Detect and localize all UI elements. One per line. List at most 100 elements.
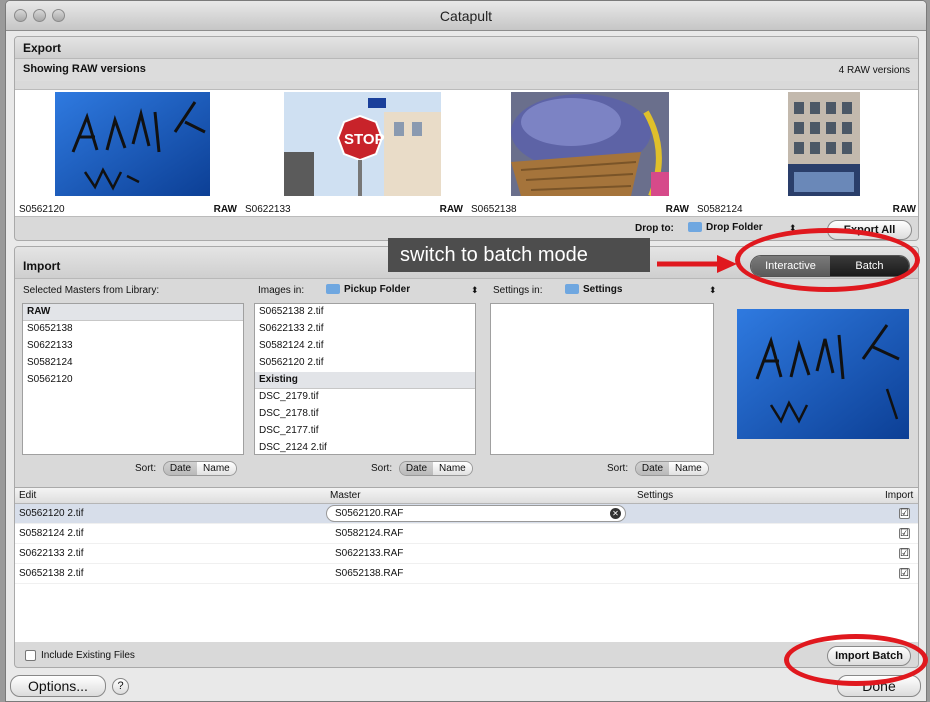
import-section: Import Interactive Batch Selected Master… [14, 246, 919, 668]
help-button[interactable]: ? [112, 678, 129, 695]
list-item[interactable]: S0582124 [23, 355, 243, 372]
drop-folder-select[interactable]: Drop Folder [688, 222, 763, 233]
masters-list[interactable]: RAW S0652138 S0622133 S0582124 S0562120 [22, 303, 244, 455]
master-cell: S0622133.RAF [335, 548, 404, 559]
settings-in-label: Settings in: [493, 285, 543, 296]
list-group-header: Existing [255, 372, 475, 389]
images-list[interactable]: S0652138 2.tif S0622133 2.tif S0582124 2… [254, 303, 476, 455]
edit-cell: S0562120 2.tif [19, 508, 84, 519]
masters-sort: Sort: Date Name [135, 461, 237, 476]
images-sort: Sort: Date Name [371, 461, 473, 476]
window-title: Catapult [439, 8, 493, 24]
column-header-settings[interactable]: Settings [637, 490, 673, 501]
sort-date-button[interactable]: Date [635, 462, 670, 475]
folder-icon [326, 284, 340, 295]
raw-badge: RAW [665, 204, 689, 215]
import-checkbox[interactable]: ☑ [899, 508, 910, 519]
master-cell: S0652138.RAF [335, 568, 404, 579]
images-in-label: Images in: [258, 285, 305, 296]
list-item[interactable]: DSC_2178.tif [255, 406, 475, 423]
thumbnail-strip: S0562120 RAW STOP S0622133 RAW S0652138 … [15, 89, 918, 218]
thumbnail-image [511, 92, 669, 196]
import-checkbox[interactable]: ☑ [899, 548, 910, 559]
list-item[interactable]: S0652138 [23, 321, 243, 338]
edit-cell: S0652138 2.tif [19, 568, 84, 579]
thumbnail-name: S0582124 [697, 204, 743, 215]
sort-name-button[interactable]: Name [669, 462, 708, 475]
table-row[interactable]: S0622133 2.tif S0622133.RAF ☑ [15, 544, 918, 564]
list-group-header: RAW [23, 304, 243, 321]
list-item[interactable]: S0622133 [23, 338, 243, 355]
annotation-arrow-icon [657, 255, 737, 273]
list-item[interactable]: S0582124 2.tif [255, 338, 475, 355]
raw-badge: RAW [892, 204, 916, 215]
titlebar: Catapult [6, 1, 926, 31]
list-item[interactable]: DSC_2124 2.tif [255, 440, 475, 454]
list-item[interactable]: DSC_2177.tif [255, 423, 475, 440]
list-item[interactable]: S0652138 2.tif [255, 304, 475, 321]
thumbnail-name: S0652138 [471, 204, 517, 215]
sort-label: Sort: [607, 463, 629, 475]
edit-cell: S0582124 2.tif [19, 528, 84, 539]
master-field[interactable]: S0562120.RAF ✕ [326, 505, 626, 522]
masters-label: Selected Masters from Library: [23, 285, 160, 296]
preview-image [737, 309, 909, 439]
include-existing-label: Include Existing Files [41, 650, 135, 661]
clear-icon[interactable]: ✕ [610, 508, 621, 519]
sort-label: Sort: [371, 463, 393, 475]
thumbnail-image: STOP [284, 92, 441, 196]
options-button[interactable]: Options... [10, 675, 106, 697]
folder-icon [565, 284, 579, 295]
sort-date-button[interactable]: Date [163, 462, 198, 475]
list-item[interactable]: S0562120 2.tif [255, 355, 475, 372]
thumbnail-image [788, 92, 860, 196]
thumbnail-item[interactable]: S0652138 RAW [467, 90, 693, 218]
master-value: S0562120.RAF [335, 508, 404, 519]
folder-icon [688, 222, 702, 233]
include-existing-checkbox[interactable] [25, 650, 36, 661]
popup-arrows-icon: ⬍ [709, 285, 717, 295]
settings-sort: Sort: Date Name [607, 461, 709, 476]
thumbnail-item[interactable]: STOP S0622133 RAW [241, 90, 467, 218]
export-section: Export Showing RAW versions 4 RAW versio… [14, 36, 919, 241]
table-row[interactable]: S0652138 2.tif S0652138.RAF ☑ [15, 564, 918, 584]
raw-badge: RAW [213, 204, 237, 215]
raw-badge: RAW [439, 204, 463, 215]
table-header: Edit Master Settings Import [15, 488, 918, 504]
thumbnail-name: S0562120 [19, 204, 65, 215]
showing-label: Showing RAW versions [23, 63, 146, 75]
list-item[interactable]: DSC_2179.tif [255, 389, 475, 406]
import-checkbox[interactable]: ☑ [899, 568, 910, 579]
settings-folder-select[interactable]: Settings [565, 284, 622, 295]
master-cell: S0582124.RAF [335, 528, 404, 539]
thumbnail-image [55, 92, 210, 196]
popup-arrows-icon: ⬍ [471, 285, 479, 295]
thumbnail-item[interactable]: S0562120 RAW [15, 90, 241, 218]
annotation-ellipse [735, 228, 920, 292]
drop-to-label: Drop to: [635, 223, 674, 234]
sort-date-button[interactable]: Date [399, 462, 434, 475]
version-count: 4 RAW versions [838, 65, 910, 76]
window-footer: Options... ? Done [6, 669, 926, 701]
settings-list[interactable] [490, 303, 714, 455]
images-folder-select[interactable]: Pickup Folder [326, 284, 410, 295]
sort-name-button[interactable]: Name [433, 462, 472, 475]
edit-cell: S0622133 2.tif [19, 548, 84, 559]
column-header-master[interactable]: Master [330, 490, 361, 501]
column-header-edit[interactable]: Edit [19, 490, 36, 501]
table-row[interactable]: S0562120 2.tif S0562120.RAF ✕ ☑ [15, 504, 918, 524]
import-footer: Include Existing Files Import Batch [15, 644, 918, 667]
thumbnail-item[interactable]: S0582124 RAW [693, 90, 918, 218]
annotation-ellipse [784, 634, 928, 686]
export-subheader: Showing RAW versions 4 RAW versions [15, 59, 918, 81]
thumbnail-name: S0622133 [245, 204, 291, 215]
column-header-import[interactable]: Import [885, 490, 913, 501]
sort-label: Sort: [135, 463, 157, 475]
svg-text:STOP: STOP [344, 131, 385, 148]
sort-name-button[interactable]: Name [197, 462, 236, 475]
import-checkbox[interactable]: ☑ [899, 528, 910, 539]
list-item[interactable]: S0562120 [23, 372, 243, 389]
table-row[interactable]: S0582124 2.tif S0582124.RAF ☑ [15, 524, 918, 544]
import-table: Edit Master Settings Import S0562120 2.t… [15, 487, 918, 642]
list-item[interactable]: S0622133 2.tif [255, 321, 475, 338]
